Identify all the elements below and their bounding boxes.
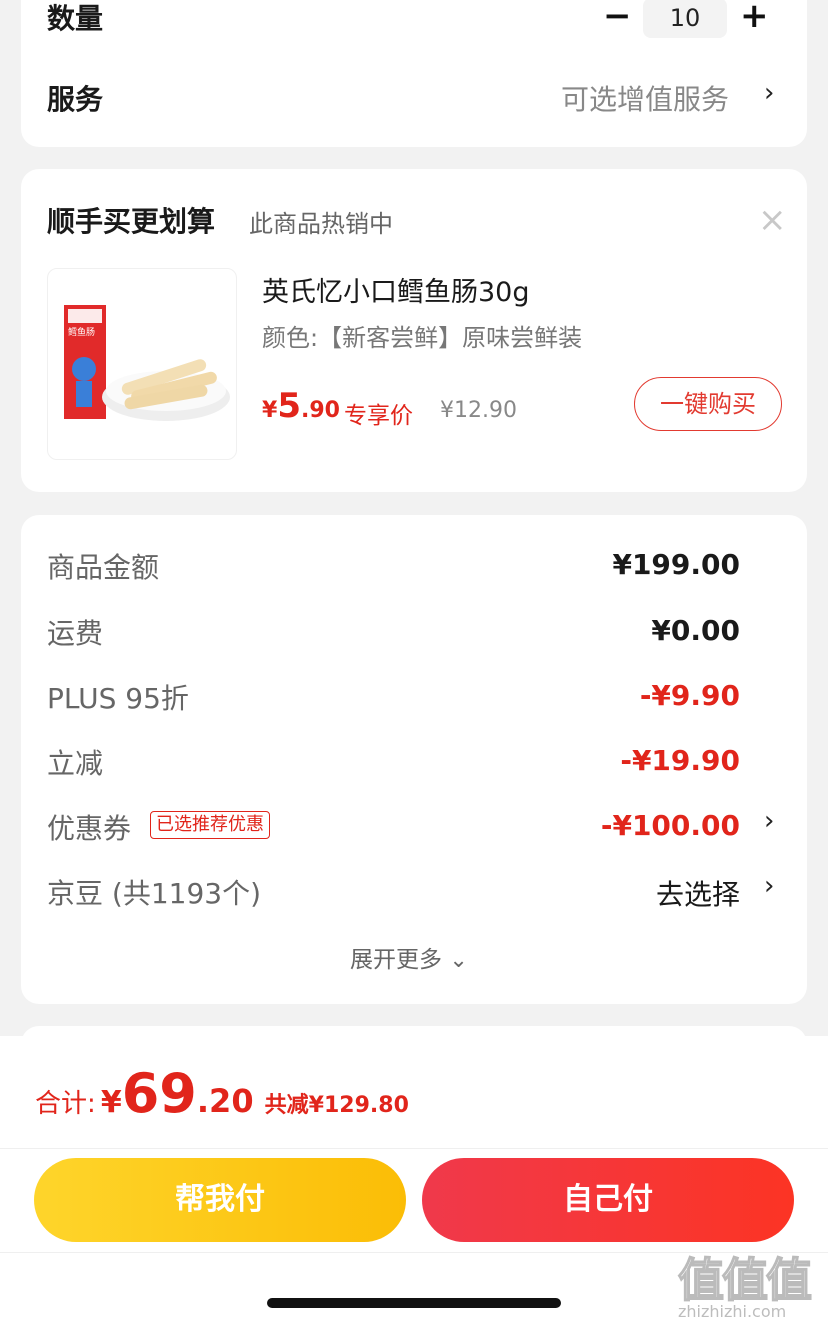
price-symbol: ¥: [262, 398, 278, 423]
jingdou-label: 京豆 (共1193个): [47, 877, 262, 910]
plus-discount-value: -¥9.90: [639, 679, 740, 712]
chevron-right-icon: ›: [764, 78, 775, 108]
instant-discount-label: 立减: [47, 747, 104, 780]
upsell-title: 顺手买更划算: [47, 205, 216, 238]
close-icon[interactable]: ×: [758, 200, 787, 240]
total-amount: 合计: ¥69.20 共减¥129.80: [35, 1062, 409, 1125]
coupon-recommended-badge: 已选推荐优惠: [150, 811, 270, 839]
coupon-value: -¥100.00: [600, 809, 740, 842]
plus-discount-label: PLUS 95折: [47, 682, 189, 715]
instant-discount-value: -¥19.90: [620, 744, 740, 777]
total-decimal: .20: [196, 1082, 254, 1120]
product-image: [64, 305, 230, 421]
watermark-text: 值值值: [677, 1252, 813, 1308]
quantity-input[interactable]: 10: [643, 0, 727, 38]
home-indicator: [267, 1298, 561, 1308]
price-tag: 专享价: [344, 403, 413, 429]
quantity-label: 数量: [47, 2, 104, 35]
shipping-value: ¥0.00: [651, 614, 740, 647]
quantity-decrease-button[interactable]: −: [603, 0, 632, 34]
upsell-product-name[interactable]: 英氏忆小口鳕鱼肠30g: [262, 270, 530, 309]
total-symbol: ¥: [100, 1085, 122, 1120]
service-value: 可选增值服务: [561, 83, 730, 116]
service-label: 服务: [47, 83, 104, 116]
quantity-service-card: 数量 − 10 + 服务 可选增值服务 ›: [21, 0, 807, 147]
box-label: 鳕鱼肠: [68, 328, 96, 338]
help-me-pay-button[interactable]: 帮我付: [34, 1158, 406, 1242]
pay-myself-button[interactable]: 自己付: [422, 1158, 794, 1242]
shipping-label: 运费: [47, 617, 104, 650]
jingdou-value: 去选择: [655, 878, 740, 911]
upsell-product-spec: 颜色:【新客尝鲜】原味尝鲜装: [262, 324, 583, 352]
price-decimal: .90: [300, 398, 340, 423]
chevron-down-icon: ⌄: [449, 948, 468, 973]
coupon-label: 优惠券: [47, 812, 132, 845]
upsell-subtitle: 此商品热销中: [249, 210, 393, 238]
upsell-price: ¥5.90: [262, 386, 340, 426]
chevron-right-icon: ›: [764, 806, 775, 836]
price-integer: 5: [277, 386, 301, 426]
expand-more-label: 展开更多: [350, 947, 442, 973]
goods-amount-value: ¥199.00: [612, 548, 740, 581]
one-click-buy-button[interactable]: 一键购买: [634, 377, 782, 431]
total-integer: 69: [121, 1062, 197, 1125]
goods-amount-label: 商品金额: [47, 551, 160, 584]
quantity-increase-button[interactable]: +: [740, 0, 769, 34]
expand-more-button[interactable]: 展开更多 ⌄: [350, 940, 468, 974]
product-thumbnail[interactable]: 鳕鱼肠: [47, 268, 237, 460]
total-savings: 共减¥129.80: [264, 1093, 409, 1118]
watermark-logo: 值值值 zhizhizhi.com: [677, 1244, 824, 1324]
divider: [0, 1148, 828, 1149]
chevron-right-icon: ›: [764, 871, 775, 901]
total-label: 合计:: [35, 1089, 96, 1119]
watermark-url: zhizhizhi.com: [678, 1302, 787, 1321]
original-price: ¥12.90: [440, 398, 517, 423]
